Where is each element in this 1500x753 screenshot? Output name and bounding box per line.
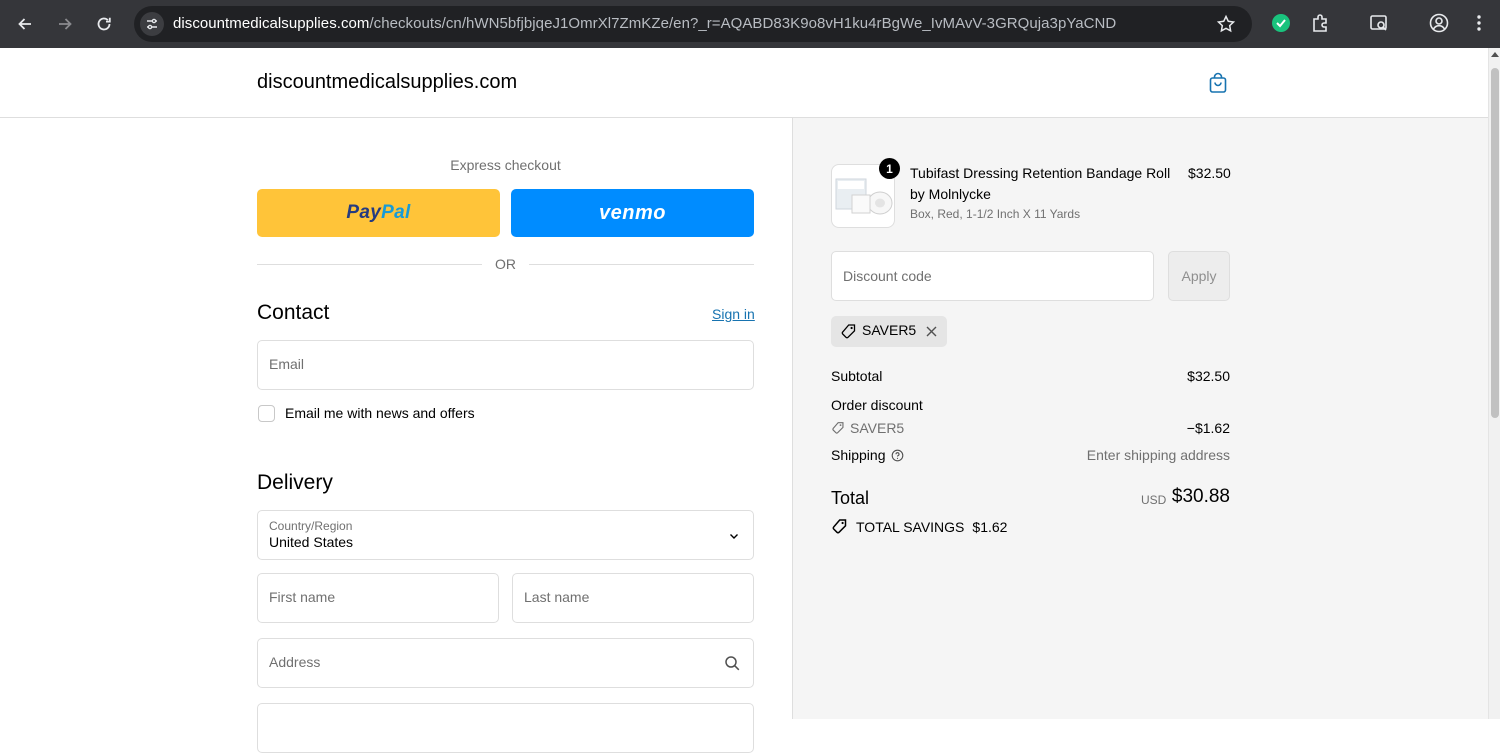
applied-discount-tag: SAVER5	[831, 316, 947, 347]
venmo-logo: venmo	[599, 201, 666, 224]
email-field[interactable]: Email	[257, 340, 754, 390]
total-value: $30.88	[1171, 486, 1230, 507]
reload-icon[interactable]	[92, 12, 116, 36]
order-discount-label: Order discount	[831, 397, 923, 413]
store-header: discountmedicalsupplies.com	[0, 48, 1488, 118]
order-summary-panel	[792, 118, 1488, 719]
venmo-button[interactable]: venmo	[511, 189, 754, 237]
url-path: /checkouts/cn/hWN5bfjbjqeJ1OmrXl7ZmKZe/e…	[369, 15, 1117, 32]
savings-tag-icon	[832, 519, 847, 534]
last-name-placeholder: Last name	[524, 589, 590, 605]
order-discount-code-row: SAVER5	[831, 420, 904, 436]
scroll-up-icon[interactable]	[1491, 52, 1499, 57]
tab-search-icon[interactable]	[1368, 12, 1390, 39]
back-icon[interactable]	[13, 12, 37, 36]
shipping-value: Enter shipping address	[1086, 447, 1230, 463]
shipping-row: Shipping	[831, 447, 904, 463]
url-text: discountmedicalsupplies.com/checkouts/cn…	[173, 15, 1116, 32]
product-name: Tubifast Dressing Retention Bandage Roll…	[910, 165, 1171, 202]
extension-green-icon[interactable]	[1270, 12, 1292, 39]
express-checkout-label: Express checkout	[450, 157, 561, 173]
email-placeholder: Email	[269, 356, 305, 372]
country-label: Country/Region	[269, 519, 353, 533]
address-field[interactable]: Address	[257, 638, 754, 688]
browser-toolbar: discountmedicalsupplies.com/checkouts/cn…	[0, 0, 1500, 48]
bookmark-star-icon[interactable]	[1216, 14, 1236, 39]
chevron-down-icon	[730, 534, 738, 539]
discount-code-input[interactable]: Discount code	[831, 251, 1154, 301]
contact-title: Contact	[257, 301, 330, 324]
address-bar[interactable]: discountmedicalsupplies.com/checkouts/cn…	[134, 6, 1252, 42]
sign-in-link[interactable]: Sign in	[712, 306, 755, 322]
shopping-bag-icon[interactable]	[1208, 72, 1228, 99]
last-name-field[interactable]: Last name	[512, 573, 754, 623]
newsletter-label[interactable]: Email me with news and offers	[285, 405, 475, 421]
paypal-logo: PayPal	[346, 202, 411, 223]
help-icon[interactable]	[891, 449, 904, 462]
forward-icon[interactable]	[53, 12, 77, 36]
quantity-badge: 1	[879, 158, 900, 179]
scrollbar-thumb[interactable]	[1491, 68, 1499, 418]
or-text: OR	[495, 256, 516, 272]
country-value: United States	[269, 534, 354, 550]
or-divider: OR	[257, 256, 754, 274]
savings-value: $1.62	[972, 518, 1008, 535]
applied-code-text: SAVER5	[862, 322, 917, 338]
product-price: $32.50	[1188, 165, 1231, 181]
shipping-label: Shipping	[831, 447, 886, 463]
order-discount-code: SAVER5	[850, 420, 905, 436]
order-discount-value: −$1.62	[1186, 420, 1230, 436]
subtotal-value: $32.50	[1187, 368, 1230, 384]
tag-icon	[841, 324, 856, 339]
country-select[interactable]: Country/Region United States	[257, 510, 754, 560]
first-name-field[interactable]: First name	[257, 573, 499, 623]
newsletter-checkbox[interactable]	[258, 405, 275, 422]
savings-label: TOTAL SAVINGS	[856, 518, 965, 535]
store-name[interactable]: discountmedicalsupplies.com	[257, 71, 517, 94]
product-variant: Box, Red, 1-1/2 Inch X 11 Yards	[910, 207, 1081, 221]
extensions-puzzle-icon[interactable]	[1310, 12, 1332, 39]
first-name-placeholder: First name	[269, 589, 336, 605]
subtotal-label: Subtotal	[831, 368, 883, 384]
url-host: discountmedicalsupplies.com	[173, 15, 370, 32]
apartment-field[interactable]	[257, 703, 754, 753]
discount-placeholder: Discount code	[843, 268, 932, 284]
remove-discount-icon[interactable]	[925, 325, 938, 338]
tag-icon	[832, 422, 844, 434]
total-savings: TOTAL SAVINGS $1.62	[831, 518, 1007, 535]
total-label: Total	[831, 488, 870, 508]
paypal-button[interactable]: PayPal	[257, 189, 500, 237]
browser-menu-icon[interactable]	[1468, 12, 1490, 39]
page-scrollbar[interactable]	[1488, 48, 1500, 719]
profile-icon[interactable]	[1428, 12, 1450, 39]
total-currency: USD	[1141, 493, 1167, 507]
apply-button[interactable]: Apply	[1168, 251, 1230, 301]
search-icon	[725, 656, 740, 671]
site-info-icon[interactable]	[140, 12, 164, 36]
address-placeholder: Address	[269, 654, 321, 670]
delivery-title: Delivery	[257, 471, 333, 494]
